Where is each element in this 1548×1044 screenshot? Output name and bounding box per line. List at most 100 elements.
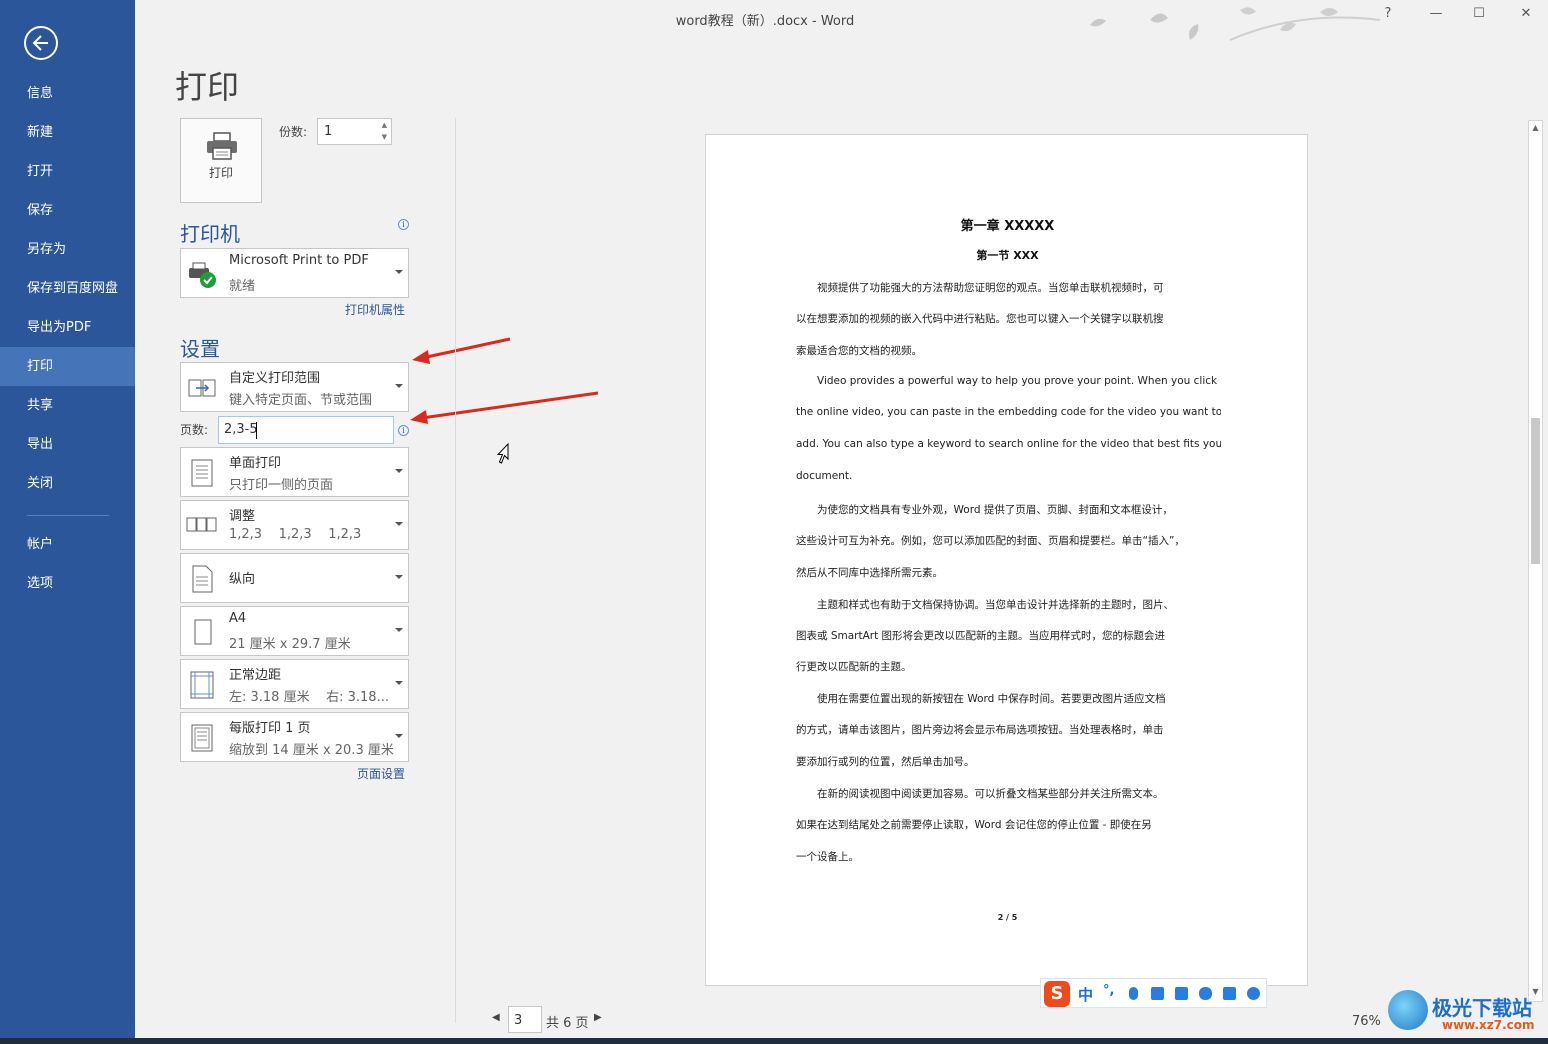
paper-sub: 21 厘米 x 29.7 厘米 — [229, 637, 351, 652]
page-setup-link[interactable]: 页面设置 — [357, 765, 405, 782]
chevron-down-icon — [395, 734, 403, 738]
pages-label: 页数: — [180, 423, 209, 437]
margins-sub: 左: 3.18 厘米 右: 3.18... — [229, 690, 389, 705]
print-button-label: 打印 — [208, 166, 233, 180]
current-page-value: 3 — [514, 1013, 523, 1028]
preview-scrollbar[interactable]: ▲ ▼ — [1528, 120, 1543, 1002]
scrollbar-thumb[interactable] — [1531, 418, 1540, 564]
doc-line: Video provides a powerful way to help yo… — [817, 375, 1218, 387]
page-title: 打印 — [175, 68, 240, 106]
margins-title: 正常边距 — [229, 668, 282, 683]
keyboard-icon[interactable] — [1151, 987, 1164, 1000]
paper-title: A4 — [229, 611, 247, 626]
sidebar-item-close[interactable]: 关闭 — [0, 464, 135, 503]
sidebar-item-account[interactable]: 帐户 — [0, 525, 135, 564]
collate-title: 调整 — [229, 509, 256, 524]
margins-dropdown[interactable]: 正常边距 左: 3.18 厘米 右: 3.18... — [180, 659, 409, 709]
microphone-icon[interactable] — [1129, 987, 1138, 1000]
current-page-input[interactable]: 3 — [508, 1006, 542, 1033]
doc-line: 行更改以匹配新的主题。 — [796, 661, 912, 673]
printer-properties-link[interactable]: 打印机属性 — [345, 301, 405, 318]
paper-size-dropdown[interactable]: A4 21 厘米 x 29.7 厘米 — [180, 606, 409, 656]
paper-icon — [194, 619, 212, 645]
collate-dropdown[interactable]: 调整 1,2,3 1,2,3 1,2,3 — [180, 500, 409, 550]
skin-icon[interactable] — [1175, 987, 1188, 1000]
sidebar-item-print[interactable]: 打印 — [0, 347, 135, 386]
sidebar-item-new[interactable]: 新建 — [0, 113, 135, 152]
sogou-logo-icon[interactable]: S — [1044, 981, 1070, 1007]
printer-icon — [207, 132, 237, 160]
copies-stepper[interactable]: 1 ▲ ▼ — [317, 118, 392, 145]
doc-line: 以在想要添加的视频的嵌入代码中进行粘贴。您也可以键入一个关键字以联机搜 — [796, 313, 1164, 325]
collate-icon — [186, 517, 217, 532]
ime-punctuation-toggle[interactable]: °, — [1103, 983, 1114, 998]
sidebar-item-save-baidu[interactable]: 保存到百度网盘 — [0, 269, 135, 308]
doc-line: 使用在需要位置出现的新按钮在 Word 中保存时间。若要更改图片适应文档 — [817, 693, 1166, 705]
ime-mode-toggle[interactable]: 中 — [1078, 984, 1093, 1005]
doc-line: 如果在达到结尾处之前需要停止读取，Word 会记住您的停止位置 - 即使在另 — [796, 819, 1152, 831]
watermark-logo-icon — [1388, 990, 1428, 1030]
collate-sub: 1,2,3 1,2,3 1,2,3 — [229, 527, 362, 542]
printer-heading: 打印机 — [180, 222, 240, 246]
print-range-dropdown[interactable]: 自定义打印范围 键入特定页面、节或范围 — [180, 362, 409, 412]
portrait-icon — [192, 565, 213, 593]
single-sided-icon — [191, 459, 213, 487]
chevron-down-icon — [395, 628, 403, 632]
ime-toolbar[interactable]: S 中 °, — [1040, 978, 1267, 1008]
custom-range-icon — [188, 379, 216, 397]
chevron-down-icon — [395, 469, 403, 473]
spin-up-icon[interactable]: ▲ — [382, 121, 387, 129]
doc-line: 一个设备上。 — [796, 851, 859, 863]
sidebar-divider — [27, 515, 109, 516]
chevron-down-icon — [395, 575, 403, 579]
printer-ready-icon — [189, 262, 216, 288]
sidebar-item-share[interactable]: 共享 — [0, 386, 135, 425]
doc-line: 这些设计可互为补充。例如，您可以添加匹配的封面、页眉和提要栏。单击“插入”， — [796, 535, 1185, 547]
pages-per-sheet-dropdown[interactable]: 每版打印 1 页 缩放到 14 厘米 x 20.3 厘米 — [180, 712, 409, 762]
word-backstage-print: 信息 新建 打开 保存 另存为 保存到百度网盘 导出为PDF 打印 共享 导出 … — [0, 0, 1548, 1044]
game-icon[interactable] — [1199, 987, 1212, 1000]
sidebar-item-export-pdf[interactable]: 导出为PDF — [0, 308, 135, 347]
pages-value: 2,3-5 — [224, 422, 258, 437]
help-button[interactable]: ? — [1378, 6, 1398, 21]
next-page-icon[interactable]: ▶ — [594, 1012, 602, 1023]
orientation-title: 纵向 — [229, 572, 256, 587]
printer-dropdown[interactable]: Microsoft Print to PDF 就绪 — [180, 248, 409, 298]
doc-line: the online video, you can paste in the e… — [796, 406, 1221, 418]
previous-page-icon[interactable]: ◀ — [492, 1012, 500, 1023]
pages-input[interactable]: 2,3-5 — [218, 416, 394, 444]
scroll-up-icon[interactable]: ▲ — [1530, 123, 1541, 132]
settings-icon[interactable] — [1247, 987, 1260, 1000]
info-icon[interactable]: i — [398, 219, 409, 230]
sidebar-item-options[interactable]: 选项 — [0, 564, 135, 603]
margins-icon — [190, 671, 214, 699]
pages-per-sheet-title: 每版打印 1 页 — [229, 721, 311, 736]
sidebar-item-export[interactable]: 导出 — [0, 425, 135, 464]
maximize-button[interactable]: ☐ — [1469, 6, 1489, 21]
sidebar-item-info[interactable]: 信息 — [0, 74, 135, 113]
pages-per-sheet-sub: 缩放到 14 厘米 x 20.3 厘米 — [229, 743, 394, 758]
minimize-button[interactable]: — — [1426, 6, 1446, 21]
toolbox-icon[interactable] — [1223, 987, 1236, 1000]
doc-heading-2: 第一节 XXX — [976, 249, 1039, 262]
sidebar-item-save[interactable]: 保存 — [0, 191, 135, 230]
printer-status: 就绪 — [229, 279, 256, 294]
print-button[interactable]: 打印 — [180, 118, 262, 203]
doc-heading-1: 第一章 XXXXX — [960, 219, 1055, 234]
sidebar-item-save-as[interactable]: 另存为 — [0, 230, 135, 269]
doc-line: 在新的阅读视图中阅读更加容易。可以折叠文档某些部分并关注所需文本。 — [817, 788, 1164, 800]
doc-line: add. You can also type a keyword to sear… — [796, 438, 1221, 450]
zoom-level[interactable]: 76% — [1352, 1014, 1381, 1029]
close-button[interactable]: ✕ — [1516, 6, 1536, 21]
taskbar-edge — [0, 1038, 1548, 1044]
back-button[interactable] — [24, 26, 58, 60]
doc-line: document. — [796, 470, 853, 482]
chevron-down-icon — [395, 681, 403, 685]
print-range-title: 自定义打印范围 — [229, 371, 321, 386]
sides-dropdown[interactable]: 单面打印 只打印一侧的页面 — [180, 447, 409, 497]
spin-down-icon[interactable]: ▼ — [382, 133, 387, 141]
orientation-dropdown[interactable]: 纵向 — [180, 553, 409, 603]
sidebar-item-open[interactable]: 打开 — [0, 152, 135, 191]
doc-page-footer: 2 / 5 — [997, 913, 1018, 922]
text-cursor — [256, 422, 257, 439]
